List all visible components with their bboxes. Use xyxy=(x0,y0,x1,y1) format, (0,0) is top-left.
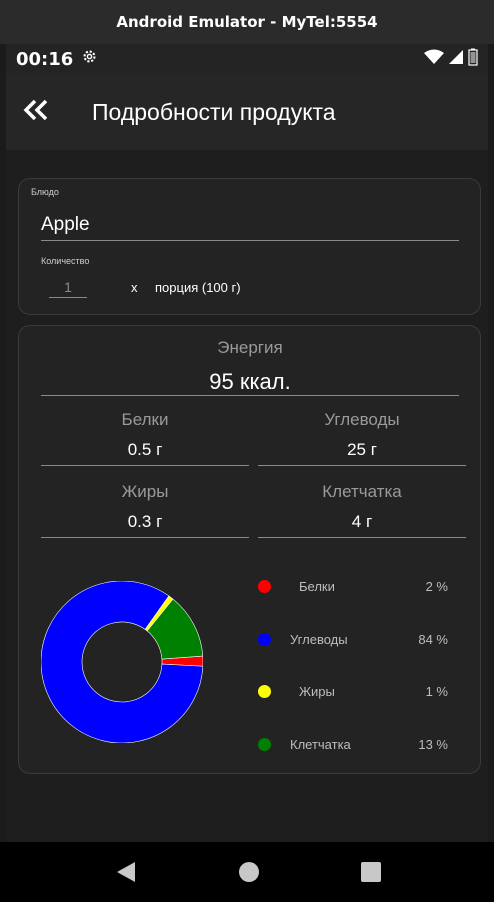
page-title: Подробности продукта xyxy=(92,98,336,125)
nutrition-card: Энергия 95 ккал. Белки 0.5 г Углеводы 25… xyxy=(18,325,481,774)
emulator-title-bar: Android Emulator - MyTel:5554 xyxy=(0,0,494,44)
product-details-content: Блюдо Apple Количество 1 x порция (100 г… xyxy=(6,150,488,842)
battery-icon xyxy=(468,48,478,71)
dish-input-underline xyxy=(41,240,459,241)
legend-percent-fiber: 13 % xyxy=(418,736,448,752)
android-nav-bar xyxy=(0,842,494,902)
quantity-input-underline xyxy=(49,297,87,298)
status-time: 00:16 xyxy=(16,48,74,70)
nutrition-donut-chart xyxy=(41,581,203,743)
carbs-label: Углеводы xyxy=(324,410,400,429)
fat-label: Жиры xyxy=(121,482,169,501)
status-icons xyxy=(424,48,478,71)
legend-name-protein: Белки xyxy=(299,578,335,594)
legend-dot-carbs xyxy=(258,632,271,646)
portion-unit[interactable]: порция (100 г) xyxy=(155,280,241,295)
settings-gear-icon xyxy=(81,48,98,70)
legend-name-fiber: Клетчатка xyxy=(290,736,351,752)
energy-label: Энергия xyxy=(217,338,283,357)
legend-item-fat: Жиры 1 % xyxy=(258,681,458,701)
legend-percent-fat: 1 % xyxy=(425,683,448,699)
quantity-input[interactable]: 1 xyxy=(49,279,87,295)
carbs-underline xyxy=(258,465,466,466)
legend-item-protein: Белки 2 % xyxy=(258,576,458,596)
legend-name-carbs: Углеводы xyxy=(290,631,348,647)
legend-percent-carbs: 84 % xyxy=(418,631,448,647)
app-bar: Подробности продукта xyxy=(6,74,488,150)
fiber-value: 4 г xyxy=(351,512,373,531)
energy-underline xyxy=(41,395,459,396)
quantity-multiplier: x xyxy=(131,280,138,295)
legend-item-fiber: Клетчатка 13 % xyxy=(258,734,458,754)
fat-value: 0.3 г xyxy=(127,512,163,531)
fiber-label: Клетчатка xyxy=(322,482,402,501)
dish-input[interactable]: Apple xyxy=(41,214,90,236)
protein-underline xyxy=(41,465,249,466)
status-bar: 00:16 xyxy=(6,44,488,74)
fat-underline xyxy=(41,537,249,538)
dish-label: Блюдо xyxy=(31,187,59,197)
nav-home-button[interactable] xyxy=(237,861,261,888)
protein-value: 0.5 г xyxy=(127,440,163,459)
quantity-label: Количество xyxy=(41,256,90,266)
dish-card: Блюдо Apple Количество 1 x порция (100 г… xyxy=(18,178,481,315)
legend-item-carbs: Углеводы 84 % xyxy=(258,629,458,649)
carbs-value: 25 г xyxy=(347,440,377,459)
circle-home-icon xyxy=(238,861,260,888)
square-recents-icon xyxy=(361,861,381,887)
triangle-back-icon xyxy=(116,861,136,888)
protein-label: Белки xyxy=(121,410,169,429)
cell-signal-icon xyxy=(448,49,464,70)
legend-percent-protein: 2 % xyxy=(425,578,448,594)
wifi-icon xyxy=(424,49,444,70)
nav-recents-button[interactable] xyxy=(359,861,383,887)
legend-dot-protein xyxy=(258,579,271,593)
legend-name-fat: Жиры xyxy=(299,683,335,699)
legend-dot-fiber xyxy=(258,737,271,751)
emulator-title: Android Emulator - MyTel:5554 xyxy=(116,13,378,31)
legend-dot-fat xyxy=(258,684,271,698)
double-chevron-left-icon xyxy=(23,99,49,126)
nav-back-button[interactable] xyxy=(114,861,138,888)
fiber-underline xyxy=(258,537,466,538)
energy-value: 95 ккал. xyxy=(209,369,291,394)
back-button[interactable] xyxy=(10,86,62,138)
